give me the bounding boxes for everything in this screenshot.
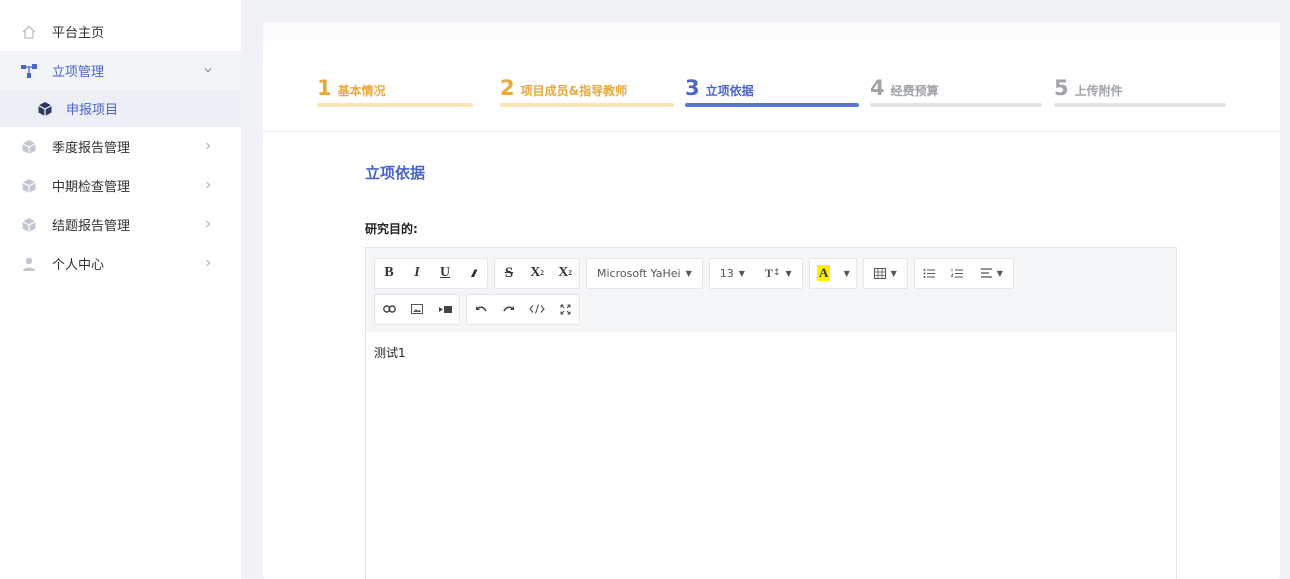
cube-icon: [36, 100, 54, 118]
numbered-list-button[interactable]: [943, 259, 971, 288]
chevron-right-icon: [201, 139, 215, 153]
line-height-icon: ↕: [772, 268, 781, 278]
code-view-button[interactable]: [523, 295, 551, 324]
align-left-icon: [980, 268, 992, 278]
code-icon: [529, 304, 545, 314]
sidebar-item-label: 个人中心: [52, 258, 105, 273]
step-members-advisors[interactable]: 2 项目成员&指导教师: [500, 78, 674, 107]
chevron-down-icon: [201, 63, 215, 77]
sidebar-item-label: 平台主页: [52, 26, 105, 41]
image-button[interactable]: [403, 295, 431, 324]
org-chart-icon: [20, 62, 38, 80]
section-title: 立项依据: [365, 164, 426, 182]
font-size-select[interactable]: 13 ▼: [710, 259, 755, 288]
image-icon: [411, 304, 423, 314]
align-select[interactable]: ▼: [971, 259, 1013, 288]
undo-icon: [476, 305, 487, 311]
rich-text-editor: B I U S X2 X2 Microsoft YaHei ▼ 13 ▼ T ↕…: [365, 247, 1177, 579]
editor-content[interactable]: 测试1: [366, 332, 1176, 579]
caret-down-icon: ▼: [890, 268, 897, 278]
steps-header: [263, 22, 1280, 132]
font-family-select[interactable]: Microsoft YaHei ▼: [587, 259, 702, 288]
sidebar-subitem-submit-project[interactable]: 申报项目: [0, 90, 241, 127]
home-icon: [20, 23, 38, 41]
bullet-list-icon: [923, 268, 935, 278]
italic-button[interactable]: I: [403, 259, 431, 288]
step-basic-info[interactable]: 1 基本情况: [317, 78, 473, 107]
fore-color-dropdown[interactable]: ▼: [838, 259, 856, 288]
strikethrough-button[interactable]: S: [495, 259, 523, 288]
video-button[interactable]: [431, 295, 459, 324]
bullet-list-button[interactable]: [915, 259, 943, 288]
step-progress-bar: [317, 103, 473, 107]
step-project-basis[interactable]: 3 立项依据: [685, 78, 859, 107]
video-icon: [438, 305, 452, 313]
cube-icon: [20, 216, 38, 234]
sidebar-item-personal-center[interactable]: 个人中心: [0, 244, 241, 283]
link-button[interactable]: [375, 295, 403, 324]
main-card: 1 基本情况 2 项目成员&指导教师 3 立项依据 4 经费预算 5 上传附件 立项依据 …: [263, 22, 1280, 579]
chevron-right-icon: [201, 256, 215, 270]
superscript-button[interactable]: X2: [523, 259, 551, 288]
sidebar-item-label: 中期检查管理: [52, 180, 131, 195]
step-progress-bar: [1054, 103, 1226, 107]
sidebar-item-final-report[interactable]: 结题报告管理: [0, 205, 241, 244]
table-select[interactable]: ▼: [864, 259, 907, 288]
sidebar-item-label: 立项管理: [52, 65, 105, 80]
undo-button[interactable]: [467, 295, 495, 324]
fullscreen-button[interactable]: [551, 295, 579, 324]
fore-color-button[interactable]: A: [810, 259, 838, 288]
step-progress-bar: [870, 103, 1042, 107]
sidebar-item-label: 结题报告管理: [52, 219, 131, 234]
field-label-research-purpose: 研究目的:: [365, 222, 418, 236]
step-progress-bar: [685, 103, 859, 107]
subscript-button[interactable]: X2: [551, 259, 579, 288]
sidebar-item-midterm-check[interactable]: 中期检查管理: [0, 166, 241, 205]
cube-icon: [20, 177, 38, 195]
sidebar: 平台主页 立项管理 申报项目 季度报告管理 中期检查管理 结题报告管理 个人中心: [0, 0, 241, 579]
numbered-list-icon: [950, 268, 963, 277]
step-progress-bar: [500, 103, 674, 107]
bold-button[interactable]: B: [375, 259, 403, 288]
underline-button[interactable]: U: [431, 259, 459, 288]
fullscreen-icon: [560, 304, 570, 314]
line-height-select[interactable]: T ↕ ▼: [755, 259, 802, 288]
redo-icon: [503, 305, 514, 311]
eraser-icon: [471, 269, 478, 277]
sidebar-item-quarterly-report[interactable]: 季度报告管理: [0, 127, 241, 166]
link-icon: [382, 305, 396, 313]
chevron-right-icon: [201, 217, 215, 231]
user-icon: [20, 255, 38, 273]
cube-icon: [20, 138, 38, 156]
sidebar-item-label: 季度报告管理: [52, 141, 131, 156]
caret-down-icon: ▼: [785, 268, 792, 278]
table-icon: [873, 267, 886, 279]
sidebar-item-home[interactable]: 平台主页: [0, 12, 241, 51]
caret-down-icon: ▼: [843, 268, 850, 278]
redo-button[interactable]: [495, 295, 523, 324]
caret-down-icon: ▼: [738, 268, 745, 278]
gutter: [241, 0, 263, 579]
step-budget[interactable]: 4 经费预算: [870, 78, 1042, 107]
sidebar-item-project-management[interactable]: 立项管理: [0, 51, 241, 90]
editor-toolbar: B I U S X2 X2 Microsoft YaHei ▼ 13 ▼ T ↕…: [366, 248, 1176, 332]
step-upload-attachments[interactable]: 5 上传附件: [1054, 78, 1226, 107]
caret-down-icon: ▼: [996, 268, 1003, 278]
caret-down-icon: ▼: [685, 268, 692, 278]
chevron-right-icon: [201, 178, 215, 192]
eraser-button[interactable]: [459, 259, 487, 288]
sidebar-item-label: 申报项目: [66, 103, 119, 118]
